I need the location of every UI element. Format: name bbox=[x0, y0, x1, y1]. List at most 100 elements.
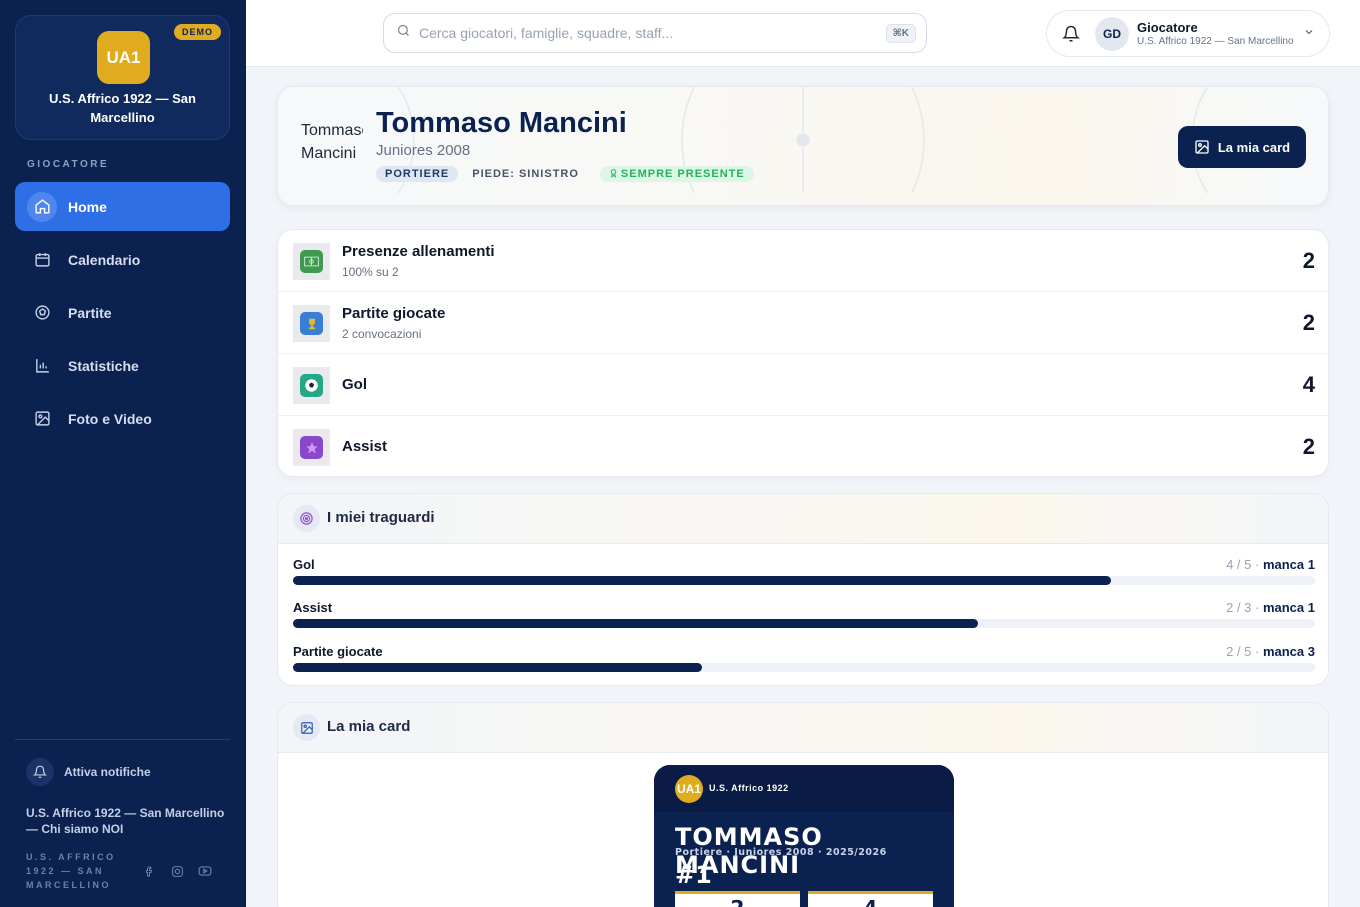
progress-bar bbox=[293, 663, 1315, 672]
soccer-ball-icon bbox=[293, 367, 330, 404]
youtube-icon[interactable] bbox=[196, 862, 214, 880]
sidebar-section-label: GIOCATORE bbox=[27, 159, 110, 170]
player-name: Tommaso Mancini bbox=[376, 107, 627, 139]
notifications-label: Attiva notifiche bbox=[64, 765, 151, 779]
goals-title: I miei traguardi bbox=[327, 509, 435, 526]
sidebar-divider bbox=[15, 739, 230, 740]
instagram-icon[interactable] bbox=[168, 862, 186, 880]
presence-label: SEMPRE PRESENTE bbox=[620, 168, 745, 180]
player-card-number: #1 bbox=[675, 861, 712, 889]
goal-progress: 4 / 5 bbox=[1226, 557, 1252, 572]
football-icon bbox=[27, 298, 57, 328]
sidebar-item-statistiche[interactable]: Statistiche bbox=[15, 341, 230, 390]
goal-progress-text: 2 / 5 · manca 3 bbox=[1226, 644, 1315, 659]
stat-label: Presenze allenamenti bbox=[342, 243, 495, 260]
sidebar-item-label: Statistiche bbox=[68, 357, 139, 374]
home-icon bbox=[27, 191, 57, 222]
stat-label: Gol bbox=[342, 376, 367, 393]
club-name: U.S. Affrico 1922 — San Marcellino bbox=[49, 91, 196, 125]
sidebar-item-foto-video[interactable]: Foto e Video bbox=[15, 394, 230, 443]
goal-item: Gol 4 / 5 · manca 1 bbox=[293, 557, 1315, 597]
search-shortcut: ⌘K bbox=[885, 23, 916, 43]
facebook-icon[interactable] bbox=[140, 862, 158, 880]
my-card-title: La mia card bbox=[327, 718, 411, 735]
goal-item: Assist 2 / 3 · manca 1 bbox=[293, 600, 1315, 640]
image-icon bbox=[27, 404, 57, 434]
stat-row-partite: Partite giocate 2 convocazioni 2 bbox=[278, 292, 1328, 354]
bar-chart-icon bbox=[27, 351, 57, 381]
progress-fill bbox=[293, 663, 702, 672]
profile-card: Tommaso Mancini Tommaso Mancini Juniores… bbox=[277, 86, 1329, 206]
goals-card: I miei traguardi Gol 4 / 5 · manca 1 Ass… bbox=[277, 493, 1329, 686]
search-icon bbox=[396, 23, 411, 43]
search-input[interactable] bbox=[419, 25, 886, 41]
stat-row-gol: Gol 4 bbox=[278, 354, 1328, 416]
player-card-stat: 2 bbox=[675, 891, 800, 907]
role-tag: PORTIERE bbox=[376, 166, 459, 182]
my-card-button-label: La mia card bbox=[1217, 139, 1291, 155]
player-card[interactable]: UA1 U.S. Affrico 1922 TOMMASO MANCINI Po… bbox=[654, 765, 954, 907]
progress-bar bbox=[293, 576, 1315, 585]
my-card-header: La mia card bbox=[278, 703, 1328, 753]
user-role: Giocatore bbox=[1137, 20, 1198, 35]
search-box[interactable]: ⌘K bbox=[383, 13, 927, 53]
stat-value: 2 bbox=[1302, 434, 1315, 459]
player-photo: Tommaso Mancini bbox=[301, 122, 363, 162]
bell-icon bbox=[26, 758, 54, 786]
about-link[interactable]: U.S. Affrico 1922 — San Marcellino — Chi… bbox=[26, 805, 226, 837]
progress-fill bbox=[293, 619, 978, 628]
chevron-down-icon[interactable] bbox=[1303, 25, 1315, 43]
sidebar-item-label: Home bbox=[68, 198, 107, 215]
goal-progress: 2 / 5 bbox=[1226, 644, 1252, 659]
user-menu[interactable]: GD Giocatore U.S. Affrico 1922 — San Mar… bbox=[1046, 10, 1330, 57]
pitch-icon bbox=[293, 243, 330, 280]
progress-bar bbox=[293, 619, 1315, 628]
club-card: UA1 DEMO U.S. Affrico 1922 — San Marcell… bbox=[15, 15, 230, 140]
sidebar-item-partite[interactable]: Partite bbox=[15, 288, 230, 337]
player-team: Juniores 2008 bbox=[376, 142, 471, 159]
stat-value: 2 bbox=[1302, 248, 1315, 273]
top-bar: ⌘K GD Giocatore U.S. Affrico 1922 — San … bbox=[246, 0, 1360, 67]
stat-value: 2 bbox=[1302, 310, 1315, 335]
goal-progress-text: 4 / 5 · manca 1 bbox=[1226, 557, 1315, 572]
star-icon bbox=[293, 429, 330, 466]
stat-sub: 100% su 2 bbox=[342, 265, 399, 279]
enable-notifications-button[interactable]: Attiva notifiche bbox=[26, 758, 151, 786]
sidebar-item-home[interactable]: Home bbox=[15, 182, 230, 231]
calendar-icon bbox=[27, 245, 57, 275]
goal-label: Assist bbox=[293, 600, 333, 615]
stat-sub: 2 convocazioni bbox=[342, 327, 422, 341]
sidebar: UA1 DEMO U.S. Affrico 1922 — San Marcell… bbox=[0, 0, 246, 907]
player-card-stat: 4 bbox=[808, 891, 933, 907]
image-icon bbox=[1195, 140, 1209, 154]
my-card-section: La mia card UA1 U.S. Affrico 1922 TOMMAS… bbox=[277, 702, 1329, 907]
sidebar-item-calendario[interactable]: Calendario bbox=[15, 235, 230, 284]
medal-icon bbox=[610, 169, 617, 178]
goal-progress: 2 / 3 bbox=[1226, 600, 1252, 615]
goal-progress-text: 2 / 3 · manca 1 bbox=[1226, 600, 1315, 615]
sidebar-item-label: Calendario bbox=[68, 251, 141, 268]
player-card-club: U.S. Affrico 1922 bbox=[709, 783, 789, 793]
stat-row-assist: Assist 2 bbox=[278, 416, 1328, 476]
goals-header: I miei traguardi bbox=[278, 494, 1328, 544]
goal-item: Partite giocate 2 / 5 · manca 3 bbox=[293, 644, 1315, 684]
trophy-icon bbox=[293, 305, 330, 342]
sidebar-item-label: Partite bbox=[68, 304, 112, 321]
social-links bbox=[140, 862, 214, 880]
club-logo: UA1 bbox=[675, 775, 703, 803]
sidebar-item-label: Foto e Video bbox=[68, 410, 152, 427]
image-icon bbox=[293, 714, 320, 741]
stat-value: 4 bbox=[1302, 372, 1315, 397]
stat-row-presenze: Presenze allenamenti 100% su 2 2 bbox=[278, 230, 1328, 292]
stat-label: Assist bbox=[342, 438, 388, 455]
my-card-button[interactable]: La mia card bbox=[1178, 126, 1306, 168]
target-icon bbox=[293, 505, 320, 532]
progress-fill bbox=[293, 576, 1111, 585]
goal-label: Gol bbox=[293, 557, 315, 572]
stat-label: Partite giocate bbox=[342, 305, 446, 322]
goal-missing: manca 1 bbox=[1262, 600, 1315, 615]
bell-icon[interactable] bbox=[1051, 25, 1091, 43]
presence-tag: SEMPRE PRESENTE bbox=[599, 166, 754, 182]
goal-label: Partite giocate bbox=[293, 644, 383, 659]
avatar: GD bbox=[1095, 16, 1129, 51]
